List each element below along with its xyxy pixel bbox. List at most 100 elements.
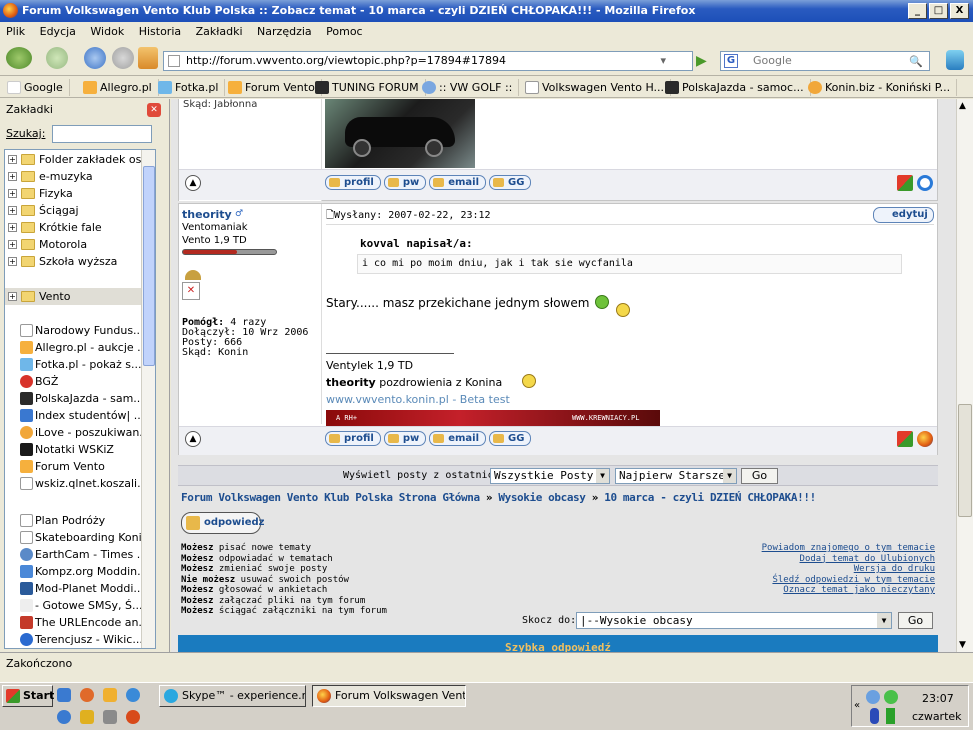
signature-banner[interactable]: A RH+ WWW.KREWNIACY.PL bbox=[326, 410, 660, 426]
quicklaunch-printer-icon[interactable] bbox=[103, 710, 117, 724]
menu-file[interactable]: Plik bbox=[6, 25, 25, 38]
quicklaunch-media-icon[interactable] bbox=[103, 688, 117, 702]
bookmark-item[interactable]: Forum Vento bbox=[5, 458, 143, 475]
signature-link[interactable]: www.vwvento.konin.pl - Beta test bbox=[326, 393, 510, 406]
sidebar-close-button[interactable]: ✕ bbox=[147, 103, 161, 117]
jump-select[interactable]: |--Wysokie obcasy ▼ bbox=[576, 612, 892, 629]
breadcrumb-home[interactable]: Forum Volkswagen Vento Klub Polska Stron… bbox=[181, 491, 480, 504]
bookmark-item[interactable]: Skateboarding Konin bbox=[5, 529, 143, 546]
bookmark-item[interactable]: Plan Podróży bbox=[5, 512, 143, 529]
filter-go-button[interactable]: Go bbox=[741, 468, 778, 484]
dropdown-arrow-icon[interactable]: ▾ bbox=[660, 52, 666, 70]
status-icon[interactable] bbox=[884, 690, 898, 704]
pm-button[interactable]: pw bbox=[383, 431, 427, 446]
quicklaunch-player-icon[interactable] bbox=[57, 710, 71, 724]
profile-button[interactable]: profil bbox=[325, 431, 381, 446]
bookmark-item[interactable]: - Gotowe SMSy, Ś... bbox=[5, 597, 143, 614]
scroll-up-icon[interactable]: ▲ bbox=[959, 101, 966, 111]
tree-folder[interactable]: + Fizyka bbox=[5, 185, 145, 202]
bookmark-item[interactable]: The URLEncode an... bbox=[5, 614, 143, 631]
menu-history[interactable]: Historia bbox=[139, 25, 181, 38]
email-button[interactable]: email bbox=[429, 431, 487, 446]
quicklaunch-browser-icon[interactable] bbox=[126, 710, 140, 724]
profile-button[interactable]: profil bbox=[325, 175, 381, 190]
back-to-top-icon[interactable]: ▲ bbox=[185, 175, 201, 191]
quicklaunch-desktop-icon[interactable] bbox=[57, 688, 71, 702]
page-scrollbar[interactable]: ▲ ▼ bbox=[956, 99, 973, 652]
sidebar-scrollbar[interactable] bbox=[141, 150, 155, 648]
bookmark-polskajazda[interactable]: PolskaJazda - samoc... bbox=[662, 79, 811, 96]
bookmark-konin-biz[interactable]: Konin.biz - Koniński P... bbox=[805, 79, 958, 96]
go-arrow-icon[interactable]: ▶ bbox=[696, 53, 707, 69]
bookmark-item[interactable]: EarthCam - Times ... bbox=[5, 546, 143, 563]
gg-button[interactable]: GG bbox=[489, 431, 532, 446]
edit-button[interactable]: edytuj bbox=[873, 207, 934, 223]
period-select[interactable]: Wszystkie Posty ▼ bbox=[490, 468, 610, 484]
menu-help[interactable]: Pomoc bbox=[326, 25, 362, 38]
skype-icon[interactable] bbox=[946, 50, 964, 70]
bookmark-item[interactable]: Kompz.org Moddin... bbox=[5, 563, 143, 580]
bookmark-vw-golf[interactable]: :: VW GOLF :: bbox=[419, 79, 520, 96]
notify-friend-link[interactable]: Powiadom znajomego o tym temacie bbox=[762, 543, 935, 554]
breadcrumb-forum[interactable]: Wysokie obcasy bbox=[498, 491, 586, 504]
page-scroll-thumb[interactable] bbox=[958, 404, 972, 517]
sidebar-search-input[interactable] bbox=[52, 125, 152, 143]
task-skype[interactable]: Skype™ - experience.net bbox=[159, 685, 306, 707]
sidebar-scroll-thumb[interactable] bbox=[143, 166, 155, 366]
bookmark-item[interactable]: Allegro.pl - aukcje ... bbox=[5, 339, 143, 356]
add-favorite-link[interactable]: Dodaj temat do Ulubionych bbox=[762, 554, 935, 565]
maximize-button[interactable]: □ bbox=[929, 3, 948, 19]
start-button[interactable]: Start bbox=[2, 685, 54, 707]
bookmark-item[interactable]: Fotka.pl - pokaż s... bbox=[5, 356, 143, 373]
bookmark-item[interactable]: Notatki WSKiZ bbox=[5, 441, 143, 458]
gg-button[interactable]: GG bbox=[489, 175, 532, 190]
task-firefox[interactable]: Forum Volkswagen Vento... bbox=[312, 685, 466, 707]
home-button[interactable] bbox=[138, 47, 158, 69]
quicklaunch-ie-icon[interactable] bbox=[126, 688, 140, 702]
reload-button[interactable] bbox=[84, 47, 106, 69]
pm-button[interactable]: pw bbox=[383, 175, 427, 190]
tree-folder[interactable]: + Motorola bbox=[5, 236, 145, 253]
menu-tools[interactable]: Narzędzia bbox=[257, 25, 312, 38]
post-author[interactable]: theority bbox=[182, 208, 232, 221]
close-button[interactable]: X bbox=[950, 3, 969, 19]
tree-folder[interactable]: + Folder zakładek os... bbox=[5, 151, 145, 168]
quicklaunch-firefox-icon[interactable] bbox=[80, 688, 94, 702]
bookmark-item[interactable]: iLove - poszukiwan... bbox=[5, 424, 143, 441]
bookmark-fotka[interactable]: Fotka.pl bbox=[155, 79, 226, 96]
forward-button[interactable] bbox=[46, 47, 68, 69]
bookmark-item[interactable]: PolskaJazda - sam... bbox=[5, 390, 143, 407]
tree-folder[interactable]: + Ściągaj bbox=[5, 202, 145, 219]
bookmark-google[interactable]: Google bbox=[4, 79, 70, 96]
minimize-button[interactable]: _ bbox=[908, 3, 927, 19]
watch-topic-link[interactable]: Śledź odpowiedzi w tym temacie bbox=[762, 575, 935, 586]
mark-unread-link[interactable]: Oznacz temat jako nieczytany bbox=[762, 585, 935, 596]
email-button[interactable]: email bbox=[429, 175, 487, 190]
bookmark-volkswagen-vento[interactable]: Volkswagen Vento H... bbox=[522, 79, 672, 96]
search-input[interactable]: G Google 🔍 bbox=[720, 51, 930, 71]
bookmark-item[interactable]: wskiz.qlnet.koszali... bbox=[5, 475, 143, 492]
menu-bookmarks[interactable]: Zakładki bbox=[196, 25, 243, 38]
tray-expand-icon[interactable]: « bbox=[854, 700, 860, 711]
bluetooth-icon[interactable] bbox=[870, 708, 879, 724]
menu-edit[interactable]: Edycja bbox=[40, 25, 76, 38]
back-to-top-icon[interactable]: ▲ bbox=[185, 431, 201, 447]
print-version-link[interactable]: Wersja do druku bbox=[762, 564, 935, 575]
bookmark-item[interactable]: Terencjusz - Wikic... bbox=[5, 631, 143, 648]
tree-folder[interactable]: + Krótkie fale bbox=[5, 219, 145, 236]
quicklaunch-tool-icon[interactable] bbox=[80, 710, 94, 724]
back-button[interactable] bbox=[6, 47, 32, 69]
bookmark-item[interactable]: Mod-Planet Moddi... bbox=[5, 580, 143, 597]
jump-go-button[interactable]: Go bbox=[898, 612, 933, 629]
bookmark-item[interactable]: Index studentów| ... bbox=[5, 407, 143, 424]
tree-folder[interactable]: + Szkoła wyższa bbox=[5, 253, 145, 270]
breadcrumb-topic[interactable]: 10 marca - czyli DZIEŃ CHŁOPAKA!!! bbox=[604, 491, 816, 504]
bookmark-item[interactable]: Narodowy Fundus... bbox=[5, 322, 143, 339]
bookmark-tuning-forum[interactable]: TUNING FORUM bbox=[312, 79, 426, 96]
bookmark-item[interactable]: BGŻ bbox=[5, 373, 143, 390]
reply-button[interactable]: odpowiedz bbox=[181, 512, 264, 534]
order-select[interactable]: Najpierw Starsze ▼ bbox=[615, 468, 737, 484]
url-bar[interactable]: http://forum.vwvento.org/viewtopic.php?p… bbox=[163, 51, 693, 71]
scroll-down-icon[interactable]: ▼ bbox=[959, 640, 966, 650]
network-icon[interactable] bbox=[866, 690, 880, 704]
